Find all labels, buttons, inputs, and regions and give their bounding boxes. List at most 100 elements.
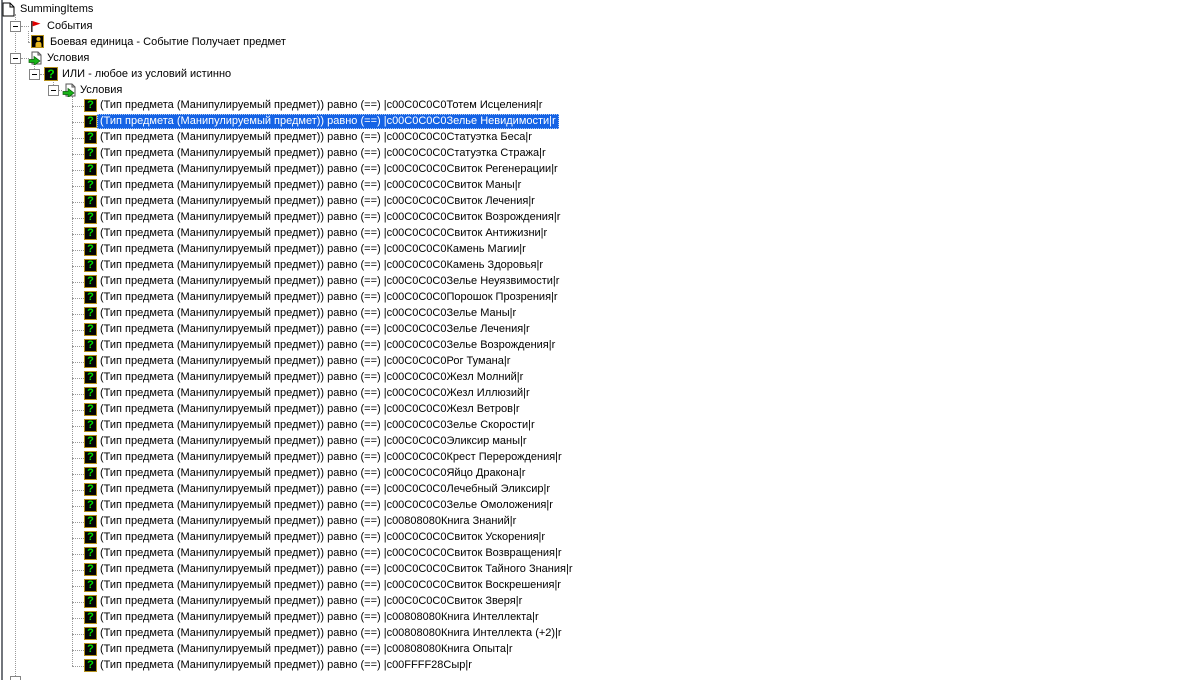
tree-item-condition[interactable]: (Тип предмета (Манипулируемый предмет)) … [0, 626, 1193, 642]
tree-item-condition[interactable]: (Тип предмета (Манипулируемый предмет)) … [0, 610, 1193, 626]
tree-item-condition[interactable]: (Тип предмета (Манипулируемый предмет)) … [0, 354, 1193, 370]
tree-item-condition[interactable]: (Тип предмета (Манипулируемый предмет)) … [0, 402, 1193, 418]
unit-event-icon [31, 35, 44, 51]
tree-line [72, 138, 84, 139]
tree-item-condition[interactable]: (Тип предмета (Манипулируемый предмет)) … [0, 418, 1193, 434]
tree-line [72, 362, 84, 363]
question-icon [84, 291, 97, 304]
inner-conditions-category-label: Условия [80, 84, 123, 96]
tree-item-condition[interactable]: (Тип предмета (Манипулируемый предмет)) … [0, 498, 1193, 514]
condition-label: (Тип предмета (Манипулируемый предмет)) … [100, 147, 546, 159]
condition-label: (Тип предмета (Манипулируемый предмет)) … [100, 355, 511, 367]
tree-line [72, 266, 84, 267]
tree-item-condition[interactable]: (Тип предмета (Манипулируемый предмет)) … [0, 642, 1193, 658]
condition-label: (Тип предмета (Манипулируемый предмет)) … [100, 259, 544, 271]
question-icon [84, 547, 97, 560]
question-icon [84, 435, 97, 448]
question-icon [84, 563, 97, 576]
tree-item-condition[interactable]: (Тип предмета (Манипулируемый предмет)) … [0, 146, 1193, 162]
tree-line [72, 522, 84, 523]
condition-label: (Тип предмета (Манипулируемый предмет)) … [100, 419, 535, 431]
tree-line [72, 554, 84, 555]
tree-item-condition[interactable]: (Тип предмета (Манипулируемый предмет)) … [0, 322, 1193, 338]
collapse-toggle[interactable] [10, 53, 21, 64]
tree-line [72, 394, 84, 395]
question-icon [84, 131, 97, 144]
tree-line [72, 602, 84, 603]
tree-line [72, 314, 84, 315]
question-icon [84, 451, 97, 464]
condition-label: (Тип предмета (Манипулируемый предмет)) … [100, 243, 526, 255]
tree-line [72, 570, 84, 571]
tree-item-condition[interactable]: (Тип предмета (Манипулируемый предмет)) … [0, 242, 1193, 258]
question-icon [84, 163, 97, 176]
question-icon [84, 419, 97, 432]
tree-item-condition[interactable]: (Тип предмета (Манипулируемый предмет)) … [0, 258, 1193, 274]
condition-label: (Тип предмета (Манипулируемый предмет)) … [100, 371, 524, 383]
tree-item-condition[interactable]: (Тип предмета (Манипулируемый предмет)) … [0, 210, 1193, 226]
tree-item-condition[interactable]: (Тип предмета (Манипулируемый предмет)) … [0, 162, 1193, 178]
condition-label: (Тип предмета (Манипулируемый предмет)) … [100, 403, 520, 415]
question-icon [84, 579, 97, 592]
collapse-toggle[interactable] [29, 69, 40, 80]
condition-label: (Тип предмета (Манипулируемый предмет)) … [100, 563, 573, 575]
condition-label: (Тип предмета (Манипулируемый предмет)) … [100, 595, 523, 607]
tree-line [72, 218, 84, 219]
question-icon [84, 387, 97, 400]
tree-item-condition[interactable]: (Тип предмета (Манипулируемый предмет)) … [0, 482, 1193, 498]
condition-label: (Тип предмета (Манипулируемый предмет)) … [100, 659, 472, 671]
tree-item-condition[interactable]: (Тип предмета (Манипулируемый предмет)) … [0, 98, 1193, 114]
tree-item-condition[interactable]: (Тип предмета (Манипулируемый предмет)) … [0, 594, 1193, 610]
tree-item-condition[interactable]: (Тип предмета (Манипулируемый предмет)) … [0, 338, 1193, 354]
tree-line [72, 634, 84, 635]
tree-item-condition[interactable]: (Тип предмета (Манипулируемый предмет)) … [0, 562, 1193, 578]
question-icon [44, 67, 58, 81]
tree-line [72, 666, 84, 667]
tree-line [72, 330, 84, 331]
condition-label: (Тип предмета (Манипулируемый предмет)) … [100, 579, 561, 591]
condition-label: (Тип предмета (Манипулируемый предмет)) … [100, 291, 558, 303]
tree-item-condition[interactable]: (Тип предмета (Манипулируемый предмет)) … [0, 370, 1193, 386]
tree-item-condition[interactable]: (Тип предмета (Манипулируемый предмет)) … [0, 514, 1193, 530]
or-condition-label: ИЛИ - любое из условий истинно [62, 68, 232, 80]
tree-item-condition[interactable]: (Тип предмета (Манипулируемый предмет)) … [0, 434, 1193, 450]
question-icon [84, 211, 97, 224]
condition-label: (Тип предмета (Манипулируемый предмет)) … [100, 435, 527, 447]
tree-item-condition[interactable]: (Тип предмета (Манипулируемый предмет)) … [0, 290, 1193, 306]
tree-line [72, 426, 84, 427]
tree-item-condition[interactable]: (Тип предмета (Манипулируемый предмет)) … [0, 194, 1193, 210]
condition-label: (Тип предмета (Манипулируемый предмет)) … [100, 547, 562, 559]
tree-item-condition[interactable]: (Тип предмета (Манипулируемый предмет)) … [0, 578, 1193, 594]
condition-label: (Тип предмета (Манипулируемый предмет)) … [100, 307, 517, 319]
tree-line [72, 282, 84, 283]
tree-line [72, 506, 84, 507]
tree-item-condition[interactable]: (Тип предмета (Манипулируемый предмет)) … [0, 114, 1193, 130]
tree-item-condition[interactable]: (Тип предмета (Манипулируемый предмет)) … [0, 178, 1193, 194]
tree-item-condition[interactable]: (Тип предмета (Манипулируемый предмет)) … [0, 306, 1193, 322]
question-icon [84, 499, 97, 512]
condition-label: (Тип предмета (Манипулируемый предмет)) … [100, 627, 562, 639]
collapse-toggle-partial[interactable] [10, 676, 21, 680]
condition-label: (Тип предмета (Манипулируемый предмет)) … [100, 227, 548, 239]
question-icon [84, 355, 97, 368]
events-category-label: События [47, 20, 93, 32]
collapse-toggle[interactable] [48, 85, 59, 96]
tree-item-condition[interactable]: (Тип предмета (Манипулируемый предмет)) … [0, 450, 1193, 466]
condition-label: (Тип предмета (Манипулируемый предмет)) … [100, 643, 513, 655]
question-icon [84, 595, 97, 608]
condition-label: (Тип предмета (Манипулируемый предмет)) … [100, 99, 543, 111]
tree-item-condition[interactable]: (Тип предмета (Манипулируемый предмет)) … [0, 530, 1193, 546]
tree-item-condition[interactable]: (Тип предмета (Манипулируемый предмет)) … [0, 546, 1193, 562]
question-icon [84, 403, 97, 416]
question-icon [84, 259, 97, 272]
tree-item-condition[interactable]: (Тип предмета (Манипулируемый предмет)) … [0, 386, 1193, 402]
tree-item-condition[interactable]: (Тип предмета (Манипулируемый предмет)) … [0, 226, 1193, 242]
tree-item-condition[interactable]: (Тип предмета (Манипулируемый предмет)) … [0, 466, 1193, 482]
tree-item-condition[interactable]: (Тип предмета (Манипулируемый предмет)) … [0, 130, 1193, 146]
question-icon [84, 467, 97, 480]
collapse-toggle[interactable] [10, 21, 21, 32]
tree-item-condition[interactable]: (Тип предмета (Манипулируемый предмет)) … [0, 274, 1193, 290]
tree-line [72, 154, 84, 155]
question-icon [84, 627, 97, 640]
tree-item-condition[interactable]: (Тип предмета (Манипулируемый предмет)) … [0, 658, 1193, 674]
